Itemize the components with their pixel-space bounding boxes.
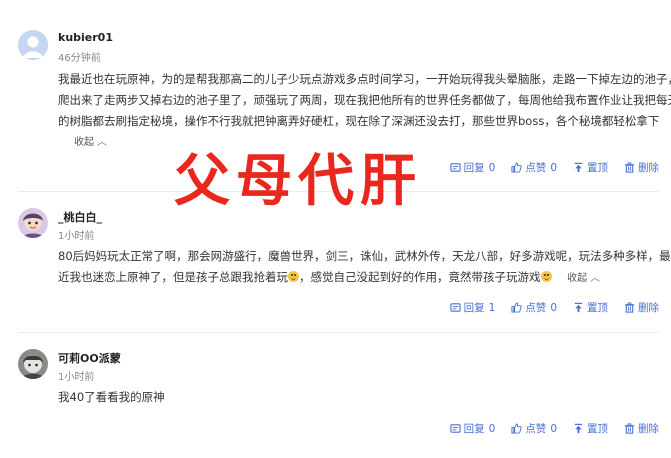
thumbs-up-icon	[511, 423, 522, 434]
reply-button[interactable]: 回复 0	[449, 421, 495, 436]
timestamp: 1小时前	[58, 372, 95, 383]
comment-3: 可莉OO派蒙 1小时前 我40了看看我的原神 回复 0 点赞 0 置顶 删除	[0, 0, 671, 458]
pin-top-icon	[574, 423, 583, 434]
delete-button[interactable]: 删除	[624, 421, 659, 436]
pin-top-button[interactable]: 置顶	[573, 421, 608, 436]
trash-icon	[624, 423, 635, 434]
username[interactable]: 可莉OO派蒙	[58, 350, 121, 366]
user-avatar-image	[18, 349, 48, 379]
comment-actions: 回复 0 点赞 0 置顶 删除	[434, 421, 659, 436]
comment-text: 我40了看看我的原神	[58, 387, 658, 408]
overlay-caption: 父母代肝	[174, 149, 422, 214]
like-button[interactable]: 点赞 0	[511, 421, 557, 436]
comment-text-line: 我40了看看我的原神	[58, 390, 165, 404]
reply-icon	[449, 424, 461, 433]
avatar[interactable]	[18, 349, 48, 379]
